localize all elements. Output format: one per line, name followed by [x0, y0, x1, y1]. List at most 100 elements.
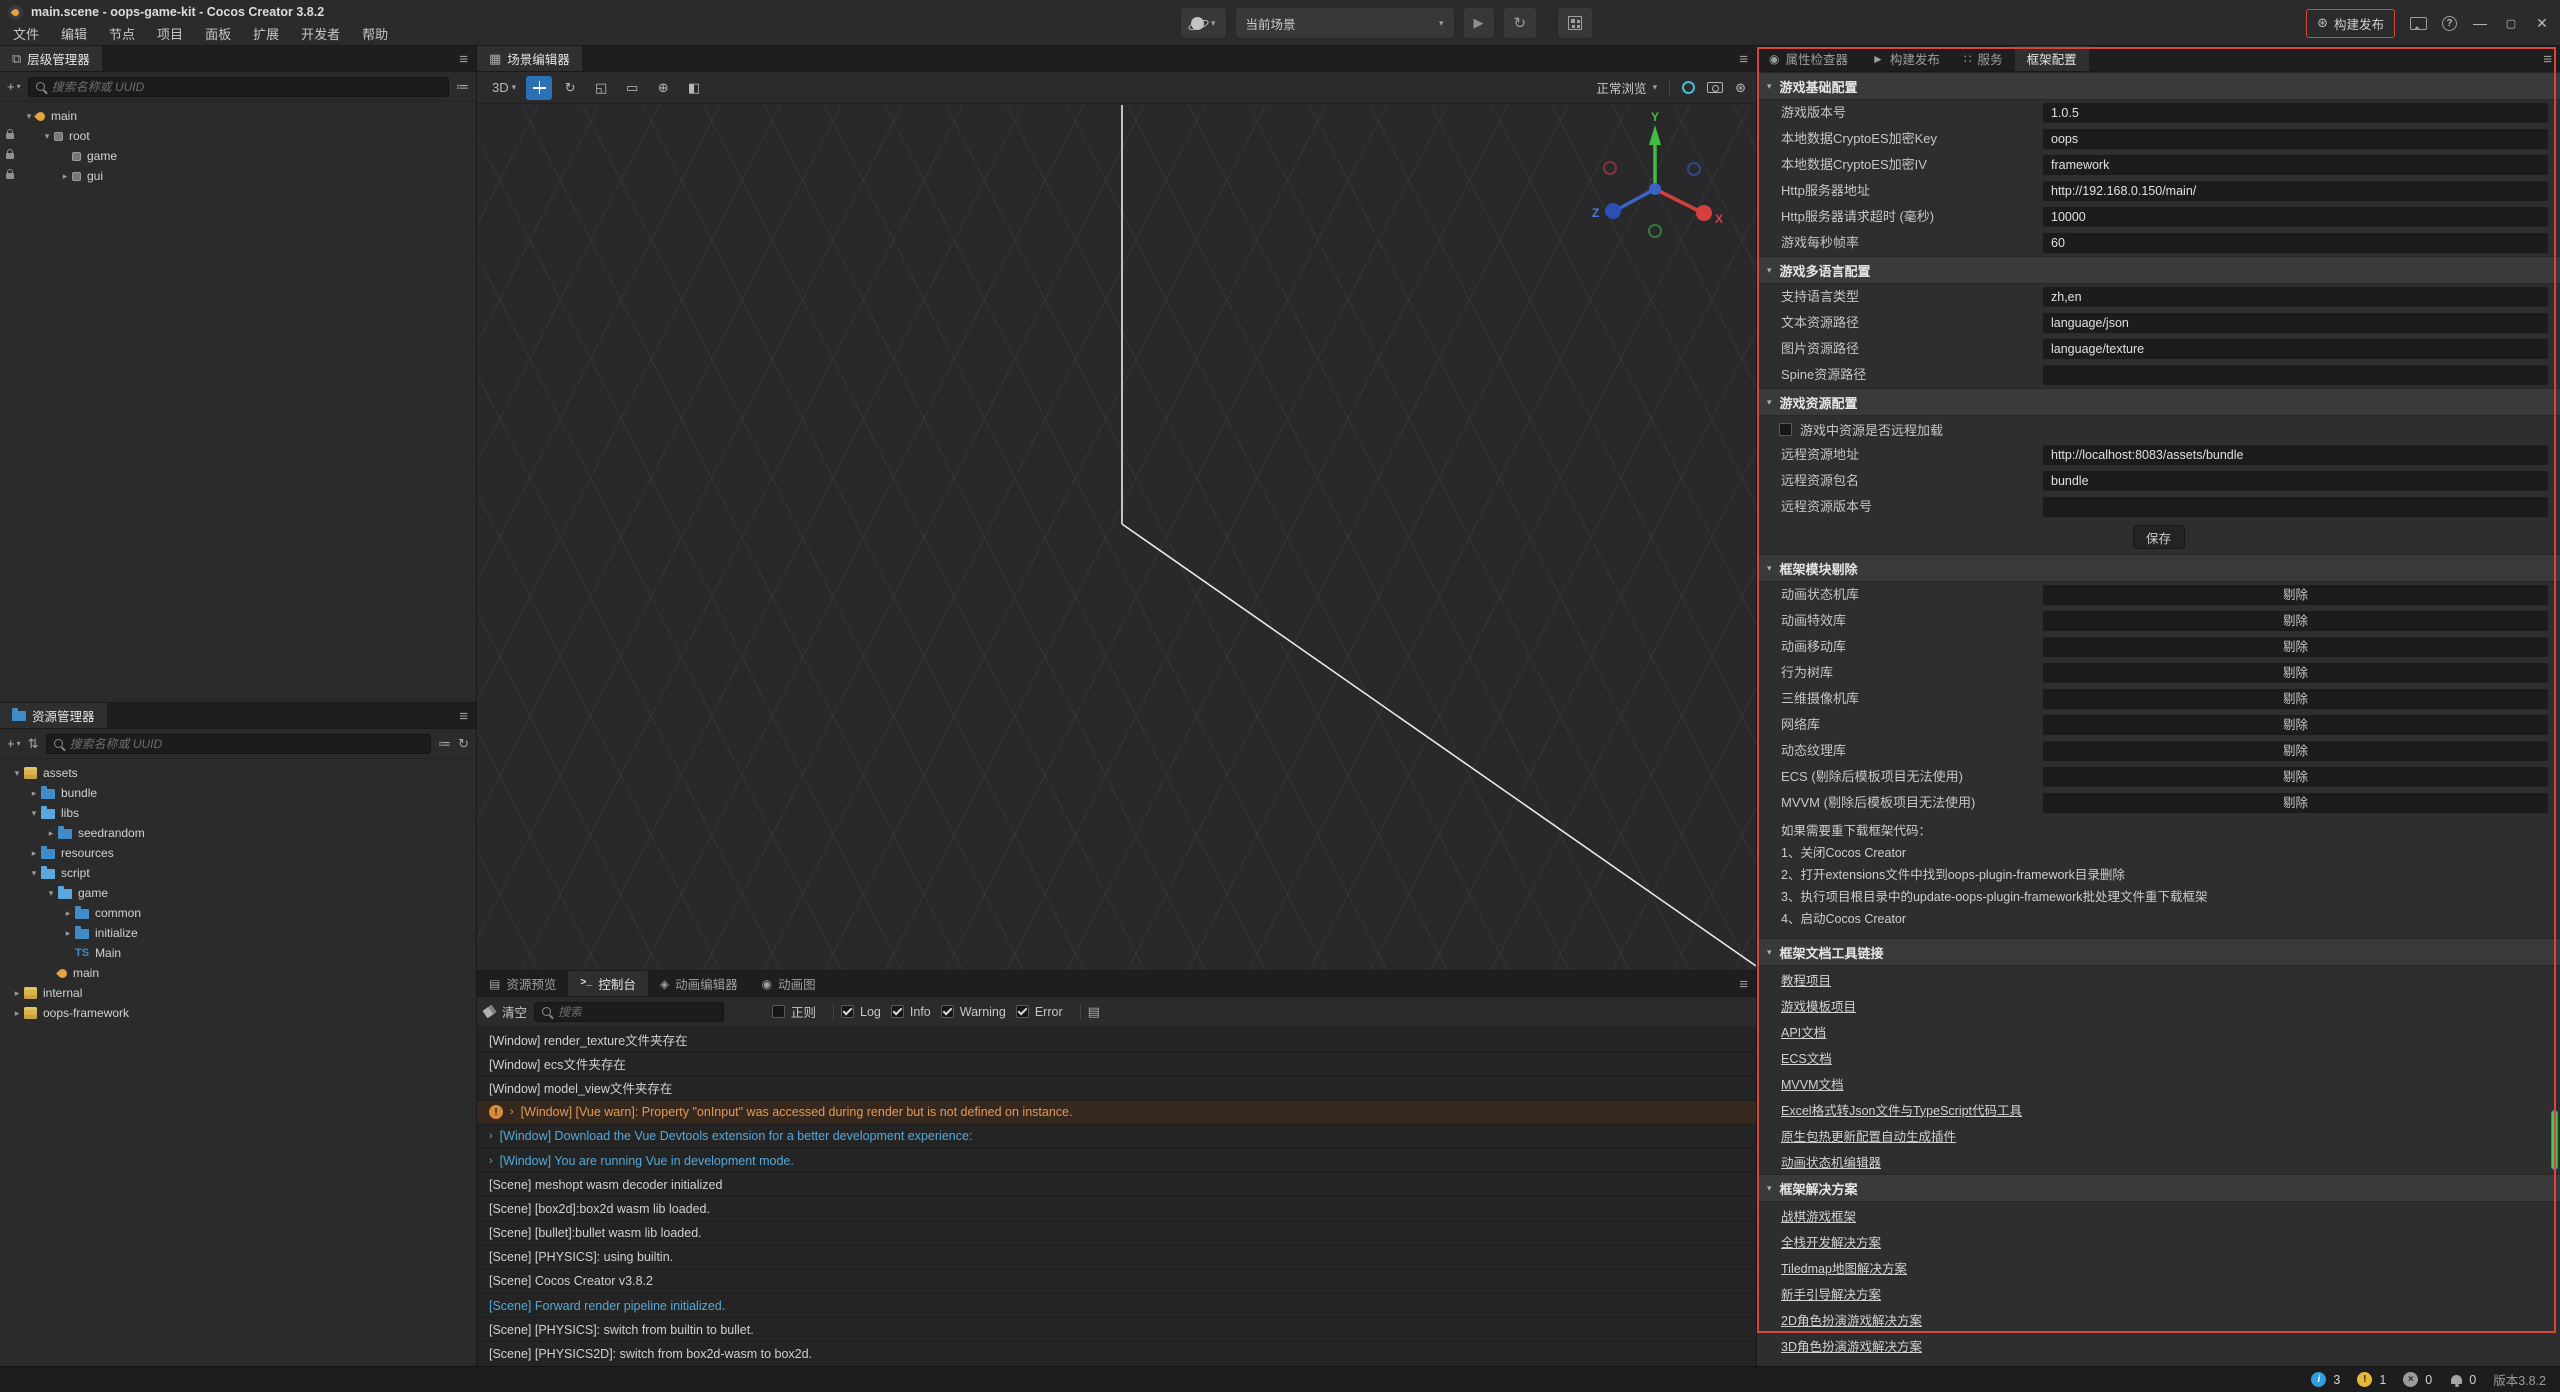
expand-arrow-icon[interactable]: [27, 868, 41, 879]
scene-select[interactable]: 当前场景 ▾: [1235, 7, 1455, 39]
tab-hierarchy[interactable]: ⧉ 层级管理器: [0, 46, 102, 71]
expand-arrow-icon[interactable]: [10, 768, 24, 779]
remove-module-button[interactable]: 剔除: [2043, 611, 2548, 631]
menu-item[interactable]: 面板: [194, 24, 242, 46]
gear-icon[interactable]: ⊛: [1735, 80, 1746, 96]
expand-arrow-icon[interactable]: [44, 828, 58, 839]
tab-scene-editor[interactable]: ▦ 场景编辑器: [477, 46, 582, 71]
reload-button[interactable]: ↻: [1503, 7, 1538, 39]
panel-menu-icon[interactable]: ≡: [1739, 971, 1748, 997]
section-header-modules[interactable]: 框架模块剔除: [1757, 554, 2560, 582]
tree-item[interactable]: bundle: [0, 783, 476, 803]
scrollbar-thumb[interactable]: [2551, 1110, 2558, 1170]
solution-link[interactable]: 战棋游戏框架: [1781, 1206, 1856, 1225]
scene-viewport[interactable]: Y X Z: [477, 105, 1756, 970]
doc-link[interactable]: 教程项目: [1781, 970, 1831, 989]
close-button[interactable]: ✕: [2534, 15, 2550, 32]
view-orientation-gizmo[interactable]: Y X Z: [1580, 111, 1730, 261]
doc-link[interactable]: 游戏模板项目: [1781, 996, 1856, 1015]
play-button[interactable]: ▶: [1463, 7, 1495, 39]
doc-link[interactable]: ECS文档: [1781, 1048, 1832, 1067]
tree-item[interactable]: common: [0, 903, 476, 923]
panel-menu-icon[interactable]: ≡: [2543, 46, 2552, 72]
preview-target-select[interactable]: ▾: [1180, 7, 1227, 39]
tab-assets[interactable]: 资源管理器: [0, 703, 107, 728]
lock-icon[interactable]: [6, 153, 14, 159]
doc-link[interactable]: 原生包热更新配置自动生成插件: [1781, 1126, 1956, 1145]
build-publish-button[interactable]: ⊛ 构建发布: [2306, 9, 2395, 38]
menu-item[interactable]: 节点: [98, 24, 146, 46]
log-filter-checkbox[interactable]: Error: [1016, 1005, 1063, 1019]
regex-checkbox[interactable]: 正则: [772, 1002, 816, 1021]
expand-arrow-icon[interactable]: [44, 888, 58, 899]
expand-arrow-icon[interactable]: [61, 928, 75, 939]
section-header-language[interactable]: 游戏多语言配置: [1757, 256, 2560, 284]
remove-module-button[interactable]: 剔除: [2043, 715, 2548, 735]
tree-item[interactable]: main: [0, 963, 476, 983]
tree-item[interactable]: script: [0, 863, 476, 883]
text-input[interactable]: framework: [2043, 155, 2548, 175]
tab-services[interactable]: ∷服务: [1952, 46, 2015, 71]
section-header-docs[interactable]: 框架文档工具链接: [1757, 938, 2560, 966]
text-input[interactable]: http://localhost:8083/assets/bundle: [2043, 445, 2548, 465]
text-input[interactable]: oops: [2043, 129, 2548, 149]
expand-caret-icon[interactable]: [510, 1106, 514, 1118]
remove-module-button[interactable]: 剔除: [2043, 689, 2548, 709]
lighting-toggle-icon[interactable]: [1682, 81, 1695, 94]
tab-build-publish[interactable]: ►构建发布: [1860, 46, 1952, 71]
text-input[interactable]: 1.0.5: [2043, 103, 2548, 123]
text-input[interactable]: bundle: [2043, 471, 2548, 491]
log-filter-checkbox[interactable]: Log: [841, 1005, 881, 1019]
expand-arrow-icon[interactable]: [27, 808, 41, 819]
move-tool-button[interactable]: [526, 76, 552, 100]
solution-link[interactable]: 2D角色扮演游戏解决方案: [1781, 1310, 1922, 1329]
doc-link[interactable]: MVVM文档: [1781, 1074, 1844, 1093]
expand-arrow-icon[interactable]: [61, 908, 75, 919]
view-mode-select[interactable]: 正常浏览 ▾: [1597, 78, 1658, 97]
remove-module-button[interactable]: 剔除: [2043, 663, 2548, 683]
menu-item[interactable]: 扩展: [242, 24, 290, 46]
bell-icon[interactable]: [2451, 1375, 2462, 1384]
text-input[interactable]: [2043, 365, 2548, 385]
info-count-icon[interactable]: i: [2311, 1372, 2326, 1387]
hierarchy-search-input[interactable]: 搜索名称或 UUID: [28, 77, 449, 97]
tab-framework-config[interactable]: 框架配置: [2015, 46, 2089, 71]
tree-item[interactable]: main: [0, 106, 476, 126]
tree-item[interactable]: game: [0, 146, 476, 166]
doc-link[interactable]: 动画状态机编辑器: [1781, 1152, 1881, 1171]
text-input[interactable]: language/json: [2043, 313, 2548, 333]
menu-item[interactable]: 开发者: [290, 24, 351, 46]
text-input[interactable]: language/texture: [2043, 339, 2548, 359]
maximize-button[interactable]: ▢: [2503, 17, 2519, 30]
text-input[interactable]: 10000: [2043, 207, 2548, 227]
menu-item[interactable]: 编辑: [50, 24, 98, 46]
remote-load-checkbox[interactable]: 游戏中资源是否远程加载: [1757, 416, 2560, 442]
doc-link[interactable]: API文档: [1781, 1022, 1826, 1041]
remove-module-button[interactable]: 剔除: [2043, 637, 2548, 657]
section-header-resource[interactable]: 游戏资源配置: [1757, 388, 2560, 416]
remove-module-button[interactable]: 剔除: [2043, 793, 2548, 813]
rotate-tool-button[interactable]: ↻: [557, 76, 583, 100]
expand-arrow-icon[interactable]: [27, 788, 41, 799]
help-icon[interactable]: ?: [2442, 16, 2457, 31]
filter-icon[interactable]: ≔: [456, 79, 469, 95]
tree-item[interactable]: libs: [0, 803, 476, 823]
warning-count-icon[interactable]: !: [2357, 1372, 2372, 1387]
tree-item[interactable]: oops-framework: [0, 1003, 476, 1023]
screenshot-icon[interactable]: [2410, 17, 2427, 30]
menu-item[interactable]: 文件: [2, 24, 50, 46]
tab-animation-graph[interactable]: ◉动画图: [750, 971, 828, 996]
solution-link[interactable]: Tiledmap地图解决方案: [1781, 1258, 1907, 1277]
clear-console-button[interactable]: 清空: [484, 1002, 527, 1021]
add-node-button[interactable]: +▾: [7, 79, 21, 94]
rect-tool-button[interactable]: ▭: [619, 76, 645, 100]
remove-module-button[interactable]: 剔除: [2043, 741, 2548, 761]
text-input[interactable]: zh,en: [2043, 287, 2548, 307]
expand-caret-icon[interactable]: [489, 1155, 493, 1167]
expand-arrow-icon[interactable]: [58, 171, 72, 182]
open-log-file-icon[interactable]: ▤: [1088, 1004, 1100, 1020]
save-button[interactable]: 保存: [2133, 525, 2185, 549]
assets-search-input[interactable]: 搜索名称或 UUID: [46, 734, 432, 754]
remove-module-button[interactable]: 剔除: [2043, 585, 2548, 605]
pivot-toggle-button[interactable]: ⊕: [650, 76, 676, 100]
